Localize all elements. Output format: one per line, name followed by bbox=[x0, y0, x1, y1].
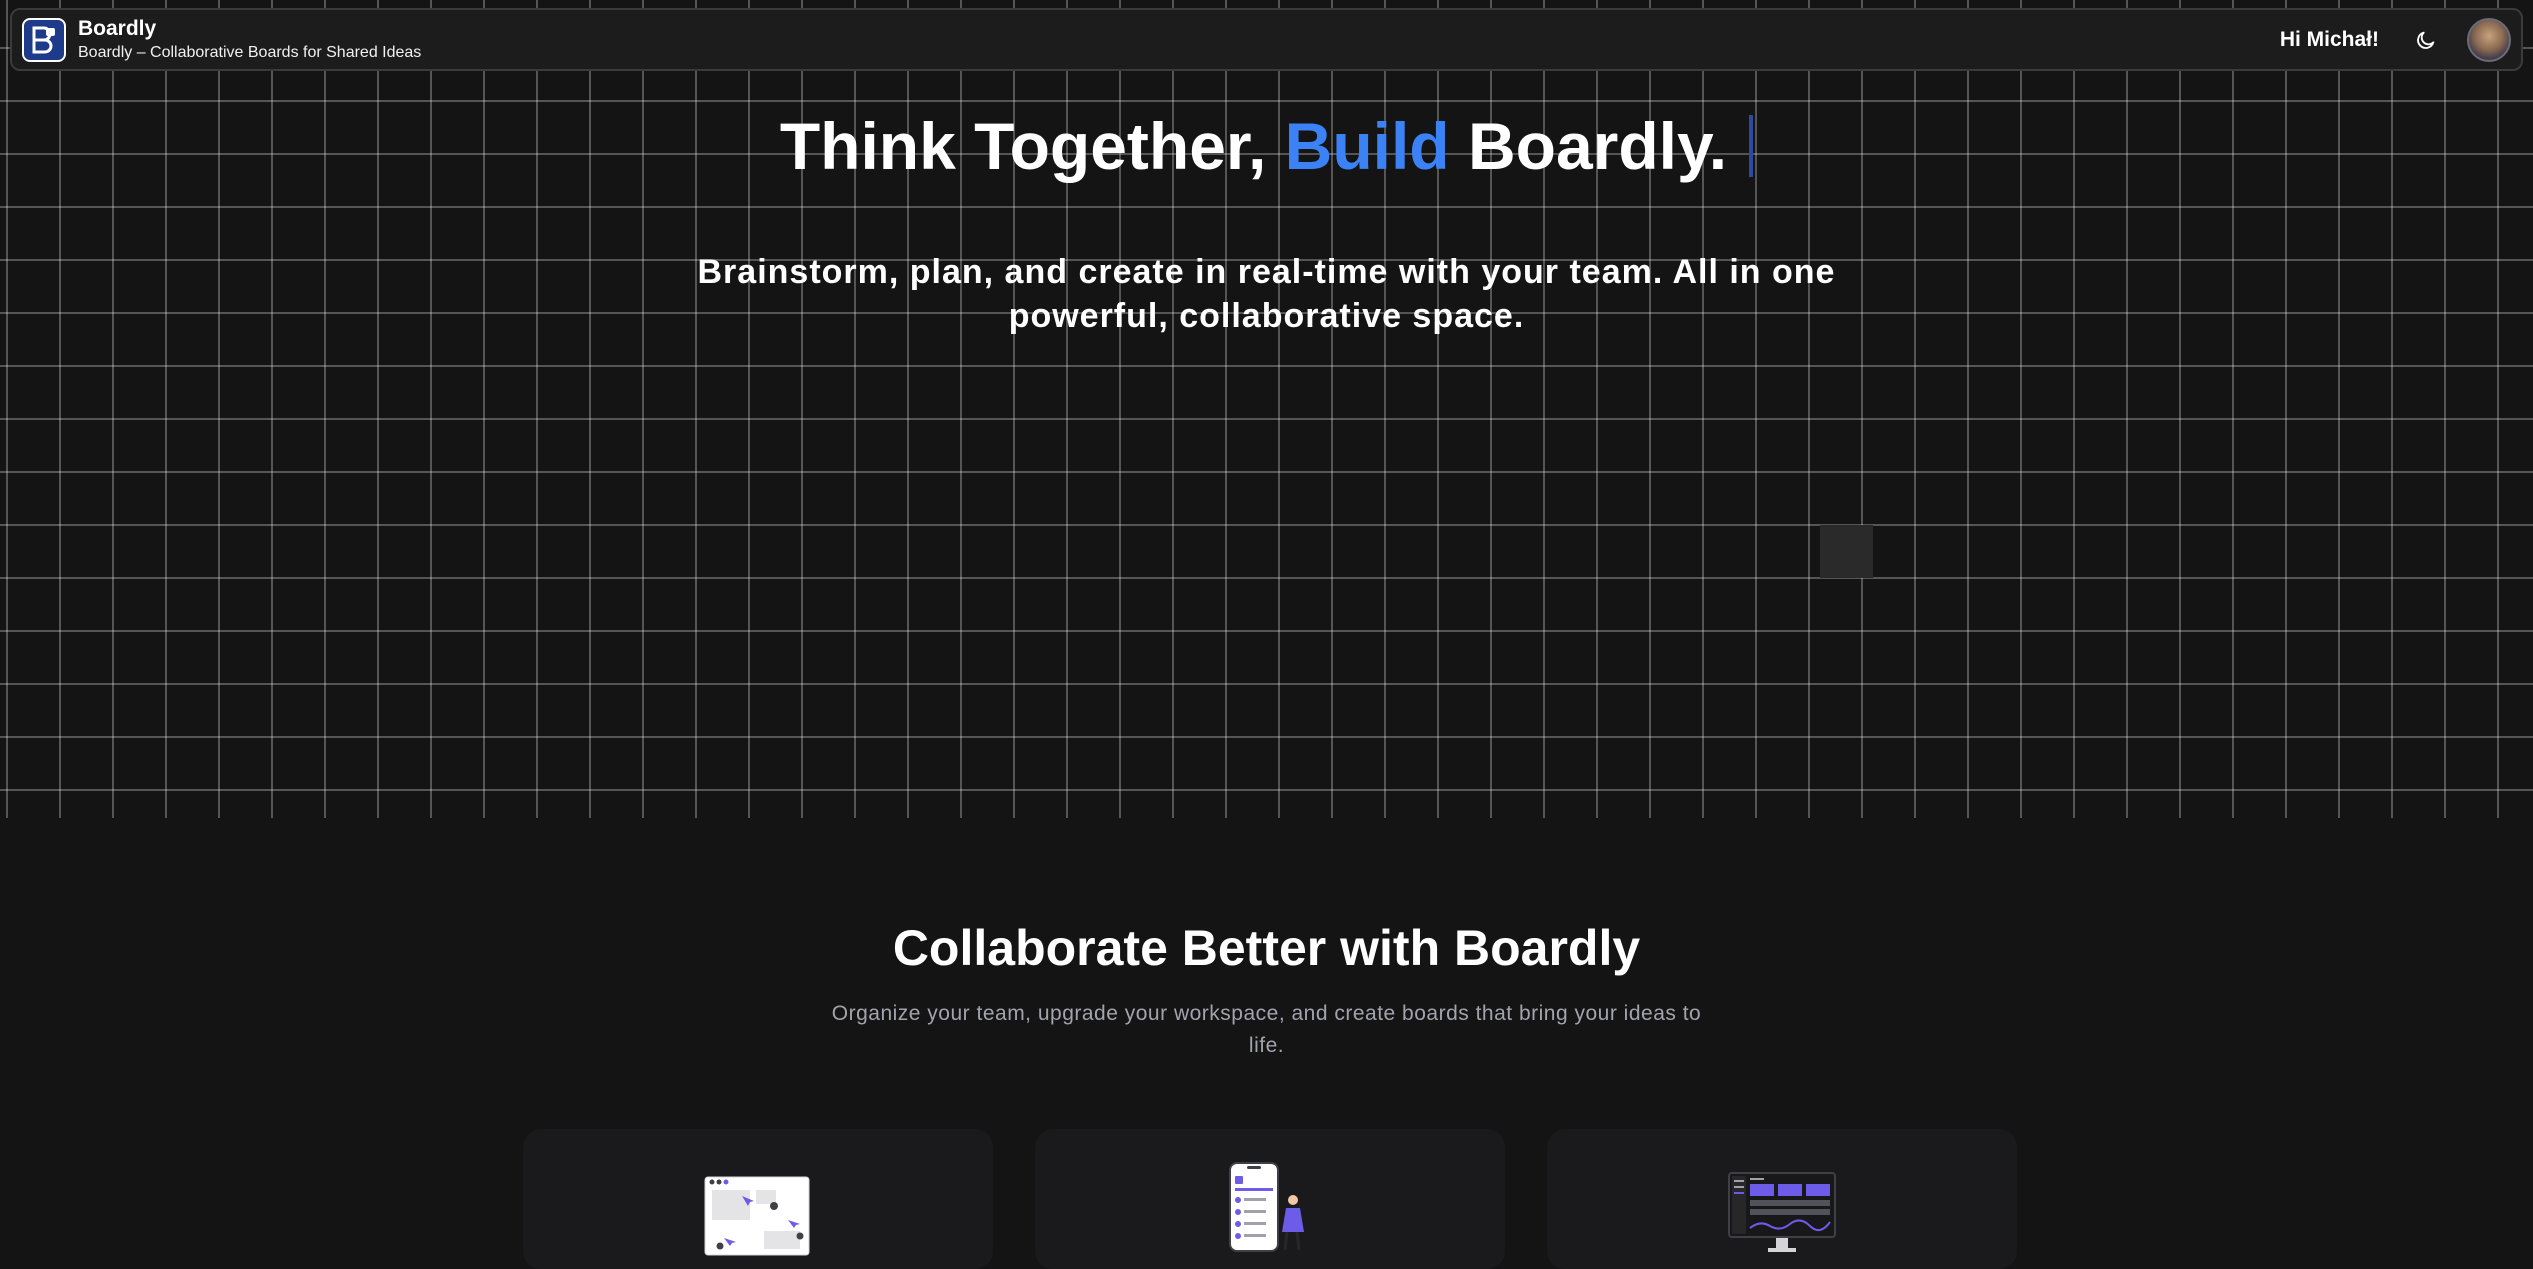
hero-title-part-1: Think Together, bbox=[779, 109, 1267, 183]
user-greeting: Hi Michał! bbox=[2279, 27, 2379, 51]
hero-subtitle: Brainstorm, plan, and create in real-tim… bbox=[697, 253, 1836, 335]
header-actions: Hi Michał! bbox=[2279, 17, 2511, 62]
hero-title: Think Together, Build Boardly. bbox=[0, 108, 2533, 184]
feature-card-dashboard[interactable] bbox=[1547, 1129, 2017, 1269]
boardly-logo-icon[interactable] bbox=[22, 17, 66, 62]
features-subtitle: Organize your team, upgrade your workspa… bbox=[831, 1002, 1702, 1057]
grid-cell-highlight bbox=[1820, 525, 1873, 578]
dashboard-illustration-icon bbox=[1728, 1172, 1836, 1252]
feature-card-mobile[interactable] bbox=[1035, 1129, 1505, 1269]
user-avatar[interactable] bbox=[2467, 17, 2511, 62]
features-title: Collaborate Better with Boardly bbox=[892, 920, 1641, 976]
theme-toggle-button[interactable] bbox=[2409, 23, 2443, 57]
mobile-app-illustration-icon bbox=[1229, 1162, 1304, 1252]
top-navbar: Boardly Boardly – Collaborative Boards f… bbox=[10, 8, 2523, 71]
hero-title-part-2: Boardly. bbox=[1467, 109, 1728, 183]
app-tagline: Boardly – Collaborative Boards for Share… bbox=[78, 43, 422, 61]
hero-title-accent: Build bbox=[1284, 109, 1450, 183]
app-name[interactable]: Boardly bbox=[78, 17, 421, 41]
moon-icon bbox=[2417, 31, 2435, 49]
typing-cursor bbox=[1749, 115, 1754, 177]
logo-mark bbox=[32, 26, 55, 53]
whiteboard-illustration-icon bbox=[704, 1176, 810, 1256]
feature-card-whiteboard[interactable] bbox=[523, 1129, 993, 1269]
brand-block: Boardly Boardly – Collaborative Boards f… bbox=[78, 17, 421, 63]
